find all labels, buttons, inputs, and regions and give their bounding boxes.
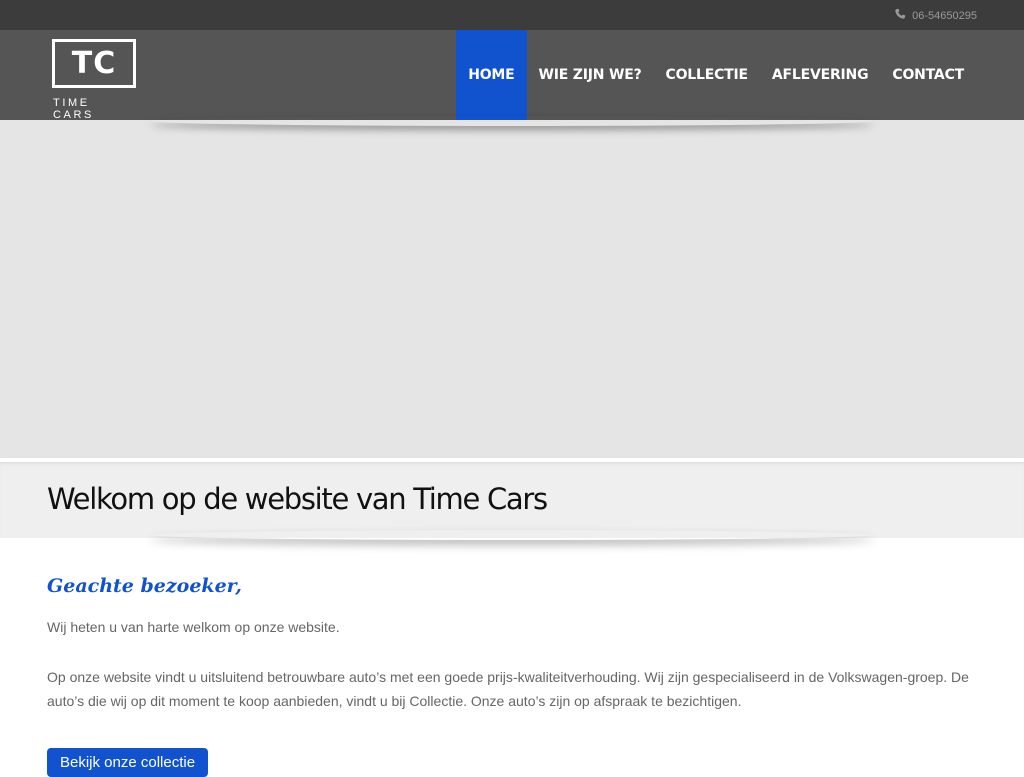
hero-banner <box>0 120 1024 458</box>
title-shadow <box>150 530 874 540</box>
nav-item-home[interactable]: HOME <box>456 30 527 120</box>
main-nav: HOME WIE ZIJN WE? COLLECTIE AFLEVERING C… <box>456 30 976 120</box>
intro-paragraph: Op onze website vindt u uitsluitend betr… <box>47 669 969 709</box>
phone-number: 06-54650295 <box>912 9 977 22</box>
view-collection-button[interactable]: Bekijk onze collectie <box>47 748 209 777</box>
logo-mark: TC <box>52 39 136 88</box>
greeting-heading: Geachte bezoeker, <box>47 575 242 597</box>
phone-contact[interactable]: 06-54650295 <box>894 8 977 23</box>
top-bar: 06-54650295 <box>0 0 1024 30</box>
logo-name: TIME CARS <box>53 97 94 121</box>
page-title-bar: Welkom op de website van Time Cars <box>0 460 1024 538</box>
welcome-paragraph: Wij heten u van harte welkom op onze web… <box>47 619 340 635</box>
page-title: Welkom op de website van Time Cars <box>47 482 548 516</box>
header-shadow <box>150 116 874 126</box>
nav-item-collectie[interactable]: COLLECTIE <box>654 30 760 120</box>
phone-icon <box>894 8 906 23</box>
nav-item-wie-zijn-we[interactable]: WIE ZIJN WE? <box>527 30 654 120</box>
nav-item-aflevering[interactable]: AFLEVERING <box>760 30 880 120</box>
site-header: TC TIME CARS HOME WIE ZIJN WE? COLLECTIE… <box>0 30 1024 121</box>
main-content: Geachte bezoeker, Wij heten u van harte … <box>47 575 977 777</box>
nav-item-contact[interactable]: CONTACT <box>880 30 976 120</box>
site-logo[interactable]: TC TIME CARS <box>52 39 136 121</box>
